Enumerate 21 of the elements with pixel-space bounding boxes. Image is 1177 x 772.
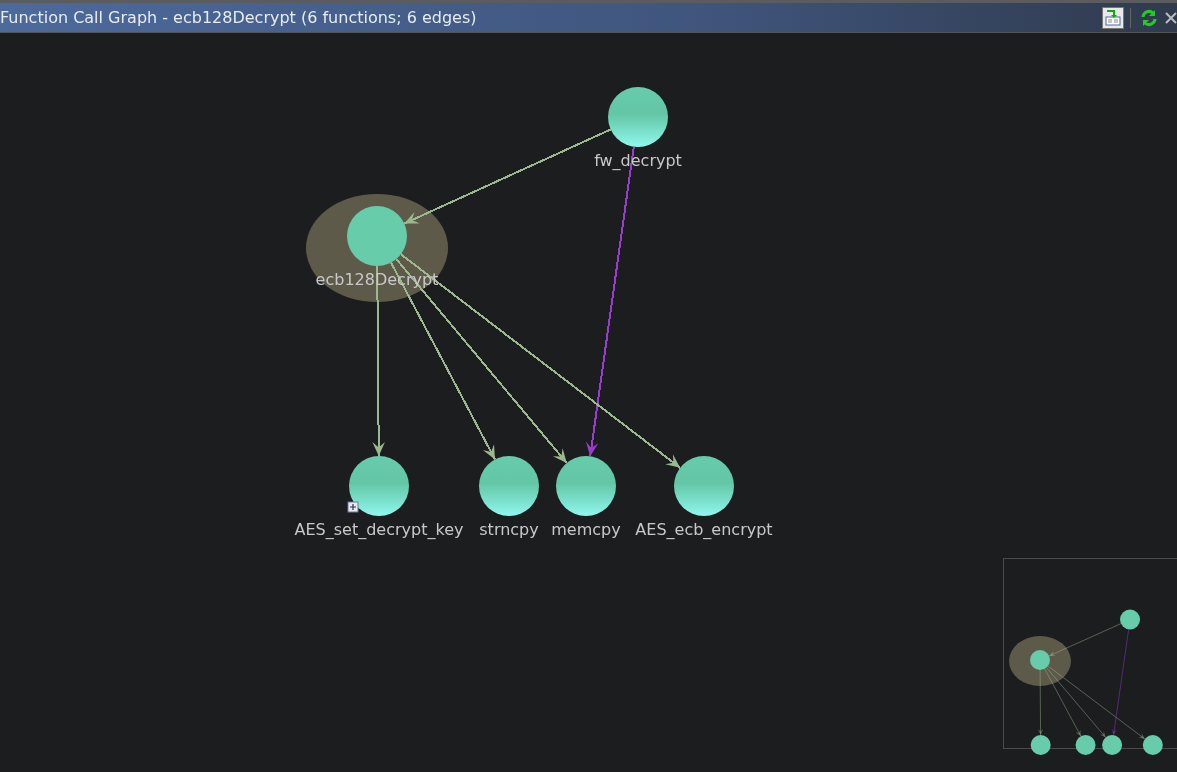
export-button[interactable] xyxy=(1102,6,1124,29)
minimap-node xyxy=(1120,609,1141,630)
expand-icon[interactable] xyxy=(347,501,359,513)
function-node[interactable] xyxy=(556,456,616,516)
function-node[interactable] xyxy=(674,456,734,516)
function-node[interactable] xyxy=(608,87,668,147)
minimap-node xyxy=(1030,650,1050,670)
function-node[interactable] xyxy=(349,456,409,516)
minimap-node xyxy=(1075,735,1096,755)
close-icon[interactable] xyxy=(1165,11,1177,24)
window-title: Function Call Graph - ecb128Decrypt (6 functions; 6 edges) xyxy=(0,8,478,27)
node-label: memcpy xyxy=(551,520,621,539)
function-node[interactable] xyxy=(347,206,407,266)
minimap-node xyxy=(1030,735,1051,755)
node-label: AES_set_decrypt_key xyxy=(294,520,464,539)
refresh-icon[interactable] xyxy=(1139,7,1159,28)
function-node[interactable] xyxy=(479,456,539,516)
node-label: AES_ecb_encrypt xyxy=(635,520,773,539)
minimap-node xyxy=(1102,735,1123,755)
minimap-node xyxy=(1142,735,1163,755)
node-label: strncpy xyxy=(479,520,539,539)
